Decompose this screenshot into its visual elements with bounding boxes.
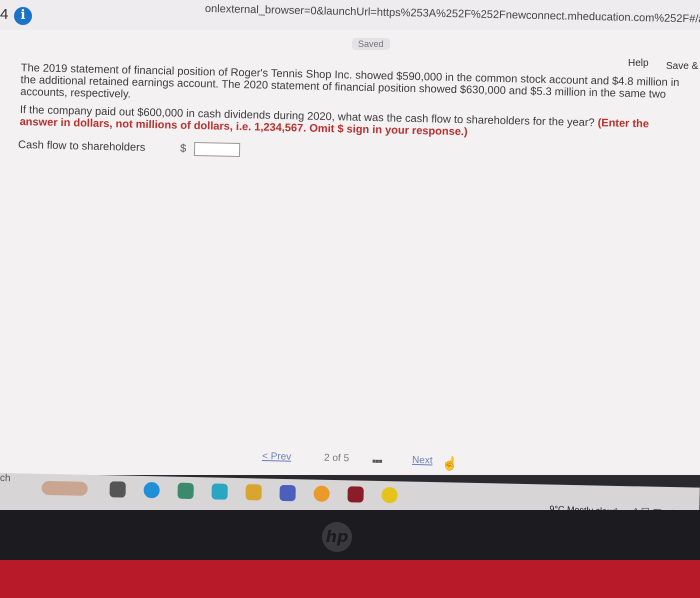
question-number: 4 [0, 6, 9, 23]
page-indicator: 2 of 5 [323, 452, 350, 465]
chrome-icon[interactable] [381, 486, 398, 504]
save-status-badge: Saved [352, 38, 390, 50]
question-content: The 2019 statement of financial position… [16, 62, 688, 167]
browser-screen: 4 i onlexternal_browser=0&launchUrl=http… [0, 0, 700, 475]
photos-icon[interactable] [177, 482, 194, 500]
browser-topbar: 4 i onlexternal_browser=0&launchUrl=http… [0, 0, 700, 30]
mail-icon[interactable] [211, 483, 228, 500]
address-bar-url[interactable]: onlexternal_browser=0&launchUrl=https%25… [205, 3, 700, 25]
edge-icon[interactable] [143, 482, 160, 499]
info-icon[interactable]: i [14, 7, 32, 25]
question-pager: < Prev 2 of 5 ▪▪▪ Next ☝ [262, 449, 492, 473]
help-button[interactable]: Help [628, 58, 649, 69]
hand-cursor-icon: ☝ [441, 455, 459, 472]
teams-icon[interactable] [279, 484, 296, 502]
settings-icon[interactable] [313, 485, 330, 502]
hp-logo: hp [322, 522, 352, 552]
answer-input[interactable] [193, 142, 241, 158]
save-exit-button[interactable]: Save & [666, 61, 698, 72]
task-view-icon[interactable] [109, 481, 126, 498]
grid-icon[interactable]: ▪▪▪ [372, 454, 382, 468]
taskbar-search-text[interactable]: ch [0, 473, 11, 484]
next-button[interactable]: Next [412, 455, 433, 467]
answer-row: Cash flow to shareholders $ [18, 138, 686, 167]
calendar-icon[interactable] [245, 484, 262, 501]
laptop-body [0, 560, 700, 598]
answer-label: Cash flow to shareholders [17, 139, 146, 154]
onenote-icon[interactable] [347, 486, 364, 503]
currency-prefix: $ [179, 142, 187, 155]
prev-button[interactable]: < Prev [262, 451, 291, 463]
widgets-icon[interactable] [41, 480, 88, 496]
